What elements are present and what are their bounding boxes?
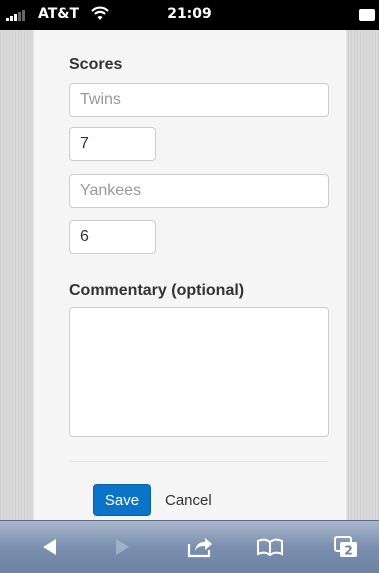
forward-icon [116,539,129,555]
back-icon [43,539,56,555]
tabs-button[interactable]: 2 [316,521,376,573]
tabs-icon: 2 [334,536,357,558]
team2-name-input[interactable] [69,174,329,208]
bookmarks-button[interactable] [240,521,300,573]
cancel-link[interactable]: Cancel [165,492,212,509]
tabs-count: 2 [344,544,352,558]
status-time: 21:09 [167,6,212,22]
share-button[interactable] [170,521,230,573]
battery-icon [359,9,375,21]
scores-heading: Scores [69,56,123,73]
forward-button[interactable] [92,521,152,573]
commentary-label: Commentary (optional) [69,282,245,299]
share-icon [187,538,212,558]
save-button[interactable]: Save [93,484,151,516]
bookmarks-icon [257,538,283,557]
team1-score-input[interactable] [69,127,156,161]
status-bar: AT&T 21:09 [0,0,379,30]
team1-name-input[interactable] [69,83,329,117]
form-divider [69,461,328,462]
browser-toolbar: 2 [0,520,379,573]
team2-score-input[interactable] [69,220,156,254]
back-button[interactable] [20,521,80,573]
commentary-textarea[interactable] [69,307,329,437]
